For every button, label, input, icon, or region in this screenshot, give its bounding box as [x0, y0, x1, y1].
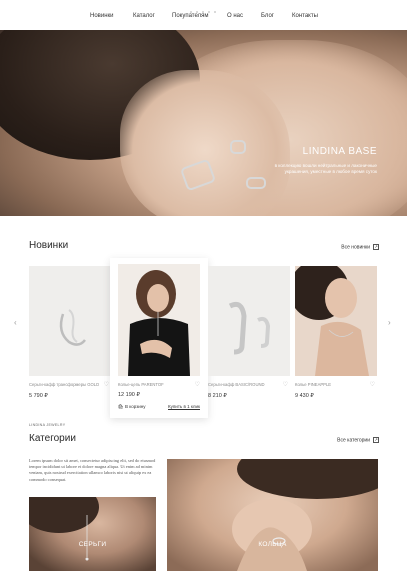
product-name[interactable]: Серьги-кафф трансформеры GOLD — [29, 382, 99, 387]
nav-item-blog[interactable]: Блог — [261, 13, 274, 19]
hero-hand-photo — [120, 70, 290, 216]
product-card-featured[interactable]: Колье-цепь PARENTOF ♡ 12 190 ₽ 🛍 В корзи… — [110, 258, 208, 418]
earring-cuff-icon — [59, 309, 86, 346]
carousel-next-icon[interactable]: › — [388, 318, 391, 327]
earrings-photo — [228, 301, 271, 355]
hero-subtitle: в коллекцию вошли нейтральные и лаконичн… — [274, 163, 377, 174]
category-tile-rings[interactable]: КОЛЬЦА — [167, 459, 378, 571]
heart-icon[interactable]: ♡ — [104, 381, 109, 388]
categories-description: Lorem ipsum dolor sit amet, consectetur … — [29, 458, 156, 482]
categories-header: Категории Все категории ↗ — [29, 433, 379, 447]
heart-icon[interactable]: ♡ — [195, 381, 200, 388]
add-to-cart-button[interactable]: 🛍 В корзину — [118, 404, 146, 410]
product-name[interactable]: Колье PINEAPPLE — [295, 382, 365, 387]
top-dots-decoration — [188, 0, 219, 13]
product-card[interactable]: Серьги-кафф BASIC/ROUND ♡ 8 210 ₽ — [208, 266, 290, 411]
new-arrivals-title: Новинки — [29, 240, 69, 251]
new-arrivals-header: Новинки Все новинки ↗ — [29, 240, 379, 254]
nav-item-customers[interactable]: Покупателям — [172, 13, 209, 19]
product-name[interactable]: Колье-цепь PARENTOF — [118, 382, 188, 387]
heart-icon[interactable]: ♡ — [283, 381, 288, 388]
category-label: СЕРЬГИ — [78, 541, 107, 548]
model-neck-photo — [295, 266, 377, 376]
product-price: 9 430 ₽ — [295, 393, 314, 399]
earrings-model-photo — [29, 497, 99, 561]
nav-menu: Новинки Каталог Покупателям О нас Блог К… — [0, 13, 407, 23]
category-tile-earrings[interactable]: СЕРЬГИ — [29, 497, 156, 571]
product-card[interactable]: Серьги-кафф трансформеры GOLD ♡ 5 790 ₽ — [29, 266, 111, 411]
top-navigation: Новинки Каталог Покупателям О нас Блог К… — [0, 0, 407, 30]
buy-one-click-button[interactable]: Купить в 1 клик — [168, 404, 200, 409]
hero-banner[interactable]: LINDINA BASE в коллекцию вошли нейтральн… — [0, 30, 407, 216]
nav-item-about[interactable]: О нас — [227, 13, 243, 19]
product-image[interactable] — [295, 266, 377, 376]
cart-icon: 🛍 — [118, 404, 124, 409]
product-price: 12 190 ₽ — [118, 392, 140, 398]
product-card[interactable]: Колье PINEAPPLE ♡ 9 430 ₽ — [295, 266, 377, 411]
add-to-cart-label: В корзину — [124, 404, 146, 409]
product-price: 8 210 ₽ — [208, 393, 227, 399]
hero-title: LINDINA BASE — [302, 146, 377, 157]
product-image[interactable] — [29, 266, 111, 376]
product-price: 5 790 ₽ — [29, 393, 48, 399]
arrow-up-right-icon: ↗ — [373, 437, 379, 443]
nav-item-contacts[interactable]: Контакты — [292, 13, 318, 19]
categories-title: Категории — [29, 433, 76, 444]
hero-ring-band — [246, 177, 266, 189]
category-label: КОЛЬЦА — [258, 541, 287, 548]
all-new-link[interactable]: Все новинки ↗ — [341, 244, 379, 250]
model-photo — [118, 264, 200, 376]
product-image[interactable] — [208, 266, 290, 376]
product-name[interactable]: Серьги-кафф BASIC/ROUND — [208, 382, 278, 387]
arrow-up-right-icon: ↗ — [373, 244, 379, 250]
heart-icon[interactable]: ♡ — [370, 381, 375, 388]
nav-item-new[interactable]: Новинки — [90, 13, 114, 19]
carousel-prev-icon[interactable]: ‹ — [14, 318, 17, 327]
all-categories-label: Все категории — [337, 437, 370, 444]
product-image[interactable] — [118, 264, 200, 376]
hero-ring-small — [230, 140, 246, 154]
all-categories-link[interactable]: Все категории ↗ — [337, 437, 379, 443]
brand-label: LINDINA JEWELRY — [29, 423, 66, 427]
nav-item-catalog[interactable]: Каталог — [133, 13, 155, 19]
all-new-label: Все новинки — [341, 244, 370, 251]
rings-model-photo — [232, 459, 378, 571]
